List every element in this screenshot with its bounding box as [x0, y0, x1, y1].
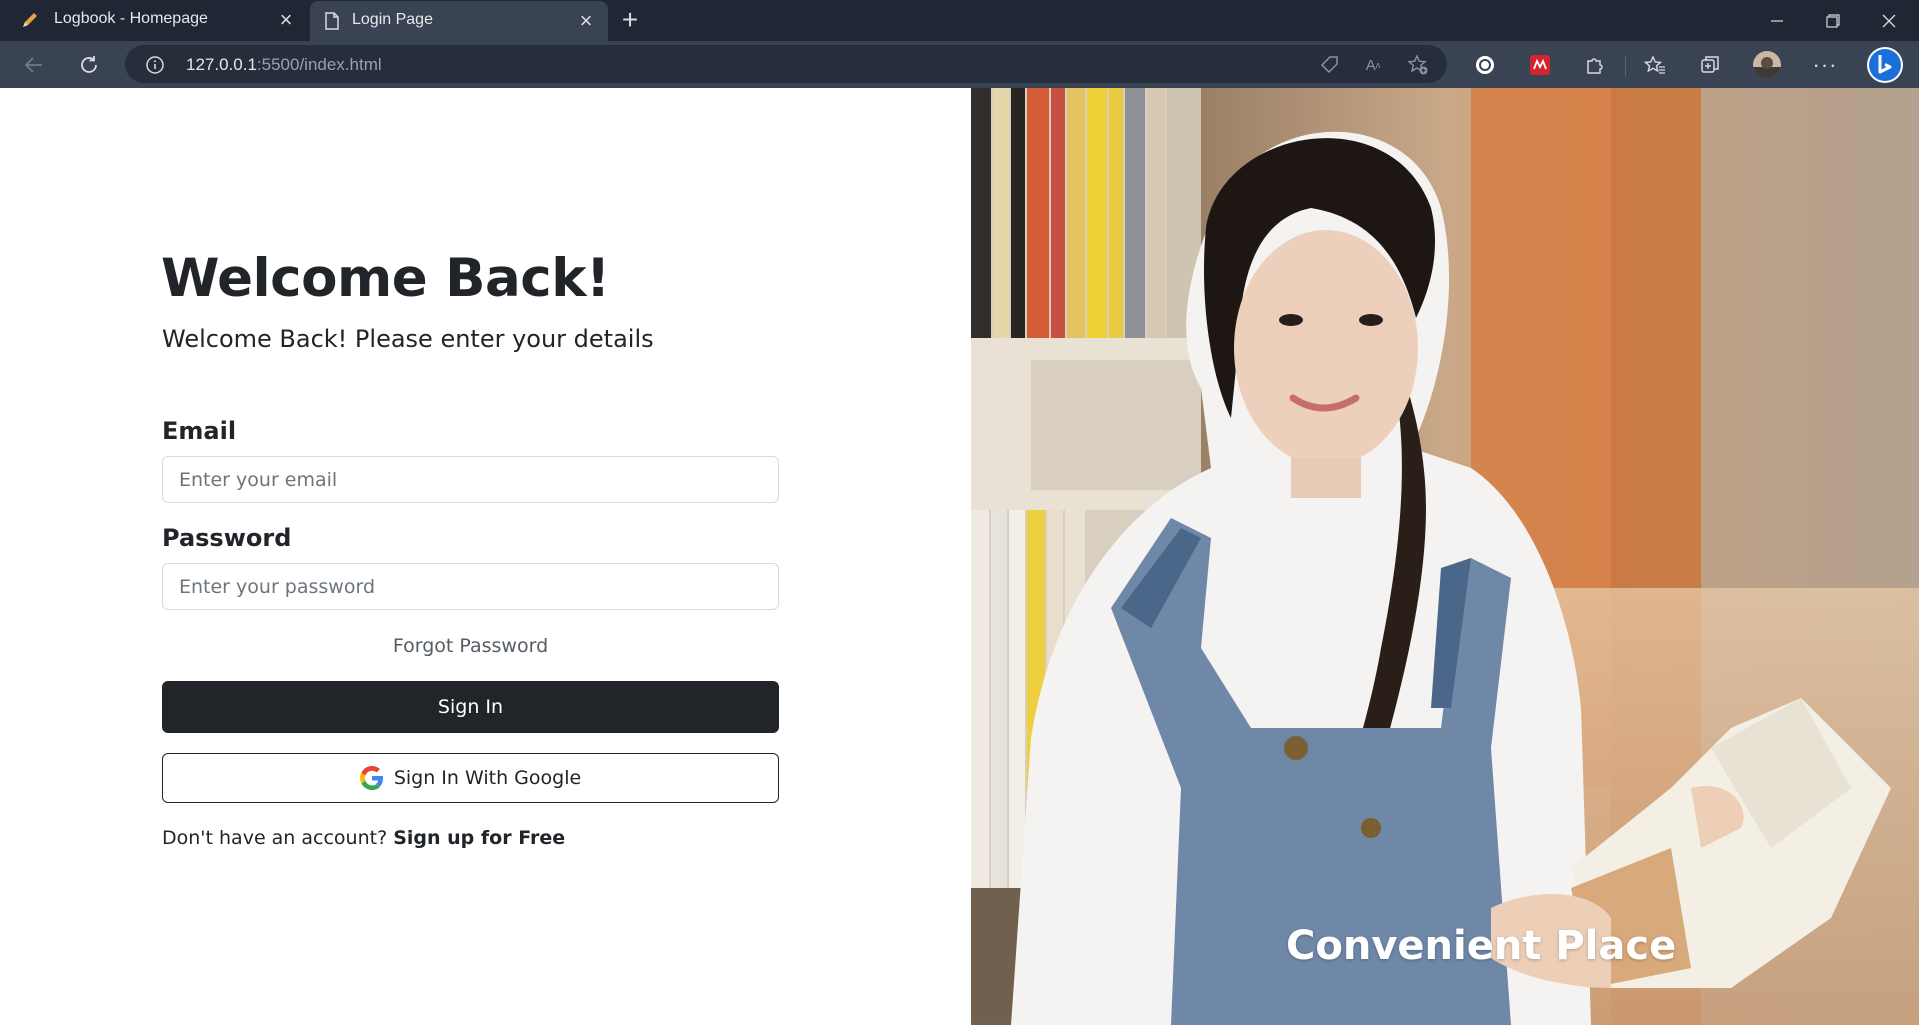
profile-avatar[interactable] — [1751, 49, 1783, 81]
signup-link[interactable]: Sign up for Free — [393, 827, 565, 849]
sign-in-button[interactable]: Sign In — [162, 681, 779, 733]
password-field[interactable] — [162, 563, 779, 610]
minimize-icon[interactable] — [1749, 0, 1805, 41]
hero-caption: Convenient Place — [1286, 923, 1677, 969]
extension-red-icon[interactable] — [1524, 49, 1556, 81]
pencil-icon — [20, 10, 40, 30]
hero-image-pane: Convenient Place — [971, 88, 1919, 1025]
page-title: Welcome Back! — [161, 248, 610, 309]
close-tab-icon[interactable]: × — [574, 9, 598, 33]
more-options-icon[interactable]: ··· — [1809, 49, 1841, 81]
new-tab-button[interactable]: + — [616, 4, 644, 35]
address-url[interactable]: 127.0.0.1:5500/index.html — [186, 55, 382, 75]
address-bar[interactable]: 127.0.0.1:5500/index.html Aʌ — [125, 45, 1447, 83]
reload-icon[interactable] — [73, 49, 105, 81]
address-host: 127.0.0.1 — [186, 55, 257, 74]
forgot-password-link[interactable]: Forgot Password — [162, 635, 779, 657]
google-sign-in-button[interactable]: Sign In With Google — [162, 753, 779, 803]
email-label: Email — [162, 417, 237, 445]
password-label: Password — [162, 524, 292, 552]
toolbar-divider — [1625, 56, 1626, 76]
tab-logbook-homepage[interactable]: Logbook - Homepage × — [0, 0, 308, 41]
hero-photo — [971, 88, 1919, 1025]
signup-prompt: Don't have an account? Sign up for Free — [162, 827, 565, 849]
tab-login-page[interactable]: Login Page × — [310, 1, 608, 41]
browser-titlebar: Logbook - Homepage × Login Page × + — [0, 0, 1919, 41]
tab-title: Logbook - Homepage — [54, 10, 208, 27]
extensions-puzzle-icon[interactable] — [1579, 49, 1611, 81]
read-aloud-icon[interactable]: Aʌ — [1362, 54, 1384, 76]
google-icon — [359, 766, 383, 790]
page-icon — [322, 11, 342, 31]
browser-toolbar: 127.0.0.1:5500/index.html Aʌ ··· — [0, 41, 1919, 88]
close-window-icon[interactable] — [1861, 0, 1917, 41]
tab-title: Login Page — [352, 11, 433, 28]
login-form-pane: Welcome Back! Welcome Back! Please enter… — [0, 88, 971, 1025]
login-page: Welcome Back! Welcome Back! Please enter… — [0, 88, 1919, 1025]
restore-icon[interactable] — [1805, 0, 1861, 41]
close-tab-icon[interactable]: × — [274, 8, 298, 32]
extension-circle-icon[interactable] — [1469, 49, 1501, 81]
address-path: :5500/index.html — [256, 55, 382, 74]
favorites-icon[interactable] — [1639, 49, 1671, 81]
no-account-text: Don't have an account? — [162, 827, 388, 849]
google-sign-in-label: Sign In With Google — [393, 767, 582, 789]
email-field[interactable] — [162, 456, 779, 503]
add-favorite-icon[interactable] — [1407, 54, 1429, 76]
collections-icon[interactable] — [1694, 49, 1726, 81]
tag-icon[interactable] — [1318, 54, 1340, 76]
page-subtitle: Welcome Back! Please enter your details — [162, 325, 654, 353]
info-icon[interactable] — [145, 55, 165, 75]
bing-copilot-icon[interactable] — [1866, 46, 1904, 84]
back-icon[interactable] — [18, 49, 50, 81]
